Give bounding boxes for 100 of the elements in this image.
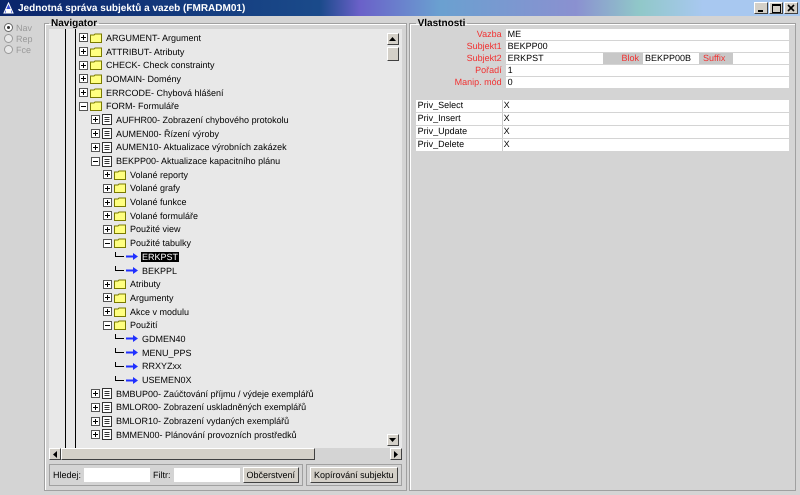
copy-subject-button[interactable]: Kopírování subjektu [310,467,398,483]
field-label: Suffix [699,53,733,64]
arrow-icon [126,376,138,384]
field-value[interactable]: BEKPP00 [506,41,789,52]
scroll-thumb[interactable] [386,47,399,61]
down-arrow-icon[interactable] [389,438,396,442]
right-arrow-icon[interactable] [394,450,398,458]
expander-icon[interactable] [103,211,112,220]
field-value[interactable]: BEKPP00B [643,53,699,64]
field-value[interactable]: 0 [506,77,789,88]
document-icon [102,128,112,140]
expander-icon[interactable] [103,238,112,248]
panel-title: Vlastnosti [416,18,466,29]
scroll-thumb[interactable] [61,448,315,460]
search-label: Hledej: [53,470,82,480]
tree-item[interactable]: BMLOR00- Zobrazení uskladněných exemplářů [115,402,308,412]
expander-icon[interactable] [91,142,100,152]
document-icon [102,156,112,167]
tree-item[interactable]: Volané grafy [129,183,182,194]
field-value[interactable]: ME [506,29,789,40]
tree-item[interactable]: ARGUMENT- Argument [105,32,202,43]
tree-item[interactable]: AUFHR00- Zobrazení chybového protokolu [115,114,290,125]
tree-item[interactable]: ERKPST [141,252,180,262]
tree-item[interactable]: FORM- Formuláře [105,101,180,112]
arrow-icon [126,267,138,274]
expander-icon[interactable] [91,430,100,440]
tree-item[interactable]: RRXYZxx [141,361,183,372]
tree-item[interactable]: Akce v modulu [129,306,190,317]
privilege-value[interactable]: X [502,100,789,112]
expander-icon[interactable] [79,74,88,84]
expander-icon[interactable] [91,389,100,398]
privilege-value[interactable]: X [502,139,789,151]
tree-item[interactable]: Argumenty [129,292,175,303]
tree-item[interactable]: USEMEN0X [141,375,193,386]
tree-item[interactable]: Použití [129,320,159,330]
tree-item[interactable]: GDMEN40 [141,334,187,344]
up-arrow-icon[interactable] [389,37,396,41]
maximize-button[interactable] [769,2,783,14]
expander-icon[interactable] [91,129,100,138]
folder-icon [90,60,102,70]
tree-item[interactable]: ATTRIBUT- Atributy [105,46,186,57]
tree-item[interactable]: Použité view [129,224,182,234]
minimize-button[interactable] [754,2,768,14]
folder-icon [90,88,102,98]
tree-item[interactable]: Atributy [129,279,162,290]
expander-icon[interactable] [91,416,100,426]
horizontal-scrollbar[interactable] [49,448,402,462]
search-field[interactable] [84,468,150,482]
tree-item[interactable]: BMMEN00- Plánování provozních prostředků [115,430,298,440]
expander-icon[interactable] [79,88,88,98]
tree-item[interactable]: Volané reporty [129,170,190,180]
field-value[interactable] [733,53,789,64]
expander-icon[interactable] [79,60,88,70]
filter-field[interactable] [174,468,240,482]
tree-item[interactable]: BMBUP00- Zaúčtování příjmu / výdeje exemplářů [115,388,315,399]
privilege-value[interactable]: X [502,113,789,125]
expander-icon[interactable] [103,293,112,302]
expander-icon[interactable] [103,170,112,180]
refresh-button[interactable]: Občerstvení [242,467,300,483]
tree-item[interactable]: AUMEN00- Řízení výroby [115,128,220,139]
tree-item[interactable]: AUMEN10- Aktualizace výrobních zakázek [115,142,288,152]
document-icon [102,402,112,413]
close-icon [787,4,795,12]
expander-icon[interactable] [103,184,112,193]
tree-item[interactable]: Volané funkce [129,197,188,208]
expander-icon[interactable] [91,156,100,166]
radio-label: Fce [16,44,32,54]
arrow-icon [126,362,138,370]
expander-icon[interactable] [91,402,100,412]
folder-icon [114,183,126,194]
folder-icon [90,46,102,57]
tree-item[interactable]: BMLOR10- Zobrazení vydaných exemplářů [115,416,290,426]
tree-item[interactable]: DOMAIN- Domény [105,74,182,84]
tree-item[interactable]: Použité tabulky [129,238,192,248]
tree-item[interactable]: BEKPPL [141,266,178,276]
panel-title: Navigator [50,18,98,29]
expander-icon[interactable] [103,320,112,330]
expander-icon[interactable] [79,47,88,56]
tree-item[interactable]: MENU_PPS [141,348,193,358]
expander-icon[interactable] [79,102,88,111]
expander-icon[interactable] [103,224,112,234]
tree-item[interactable]: Volané formuláře [129,210,200,221]
privilege-name: Priv_Insert [416,113,503,125]
field-value[interactable]: ERKPST [506,53,603,64]
field-value[interactable]: 1 [506,65,789,76]
folder-icon [114,197,126,208]
folder-icon [114,292,126,303]
tree-item[interactable]: CHECK- Check constrainty [105,60,216,70]
tree-item[interactable]: BEKPP00- Aktualizace kapacitního plánu [115,156,282,166]
privilege-value[interactable]: X [502,126,789,138]
left-arrow-icon[interactable] [53,450,57,458]
expander-icon[interactable] [103,280,112,289]
expander-icon[interactable] [103,198,112,207]
document-icon [102,114,112,126]
tree-item[interactable]: ERRCODE- Chybová hlášení [105,88,225,98]
expander-icon[interactable] [103,307,112,316]
close-button[interactable] [784,2,798,14]
expander-icon[interactable] [79,33,88,42]
expander-icon[interactable] [91,115,100,124]
privilege-name: Priv_Update [416,126,503,138]
